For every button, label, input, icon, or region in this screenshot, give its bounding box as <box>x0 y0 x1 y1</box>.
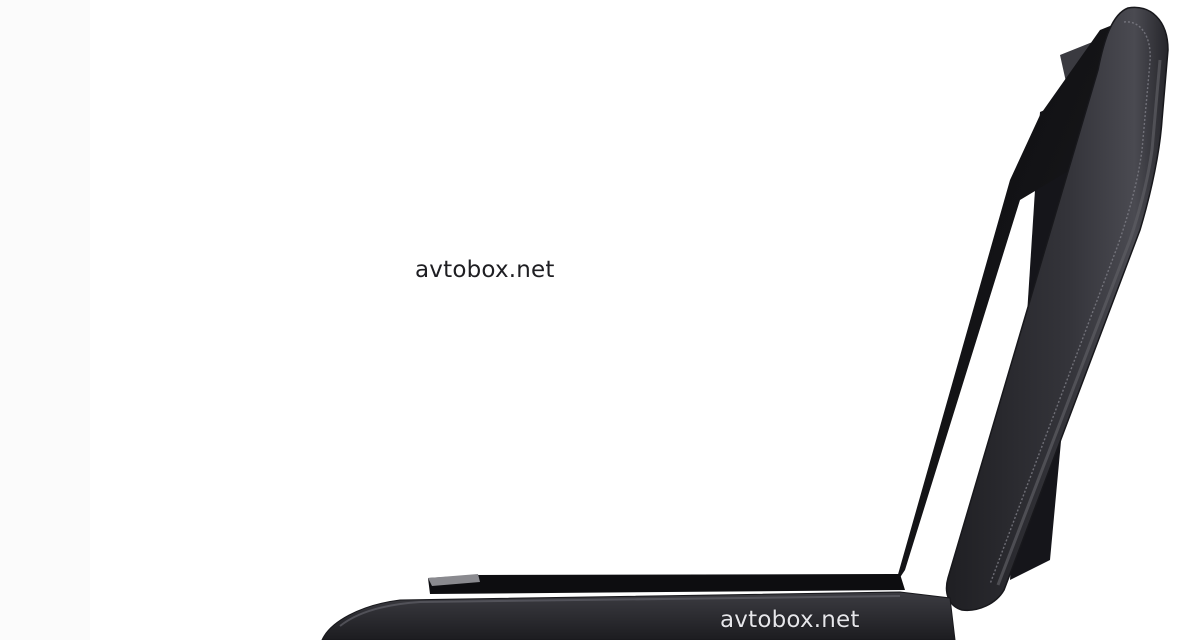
watermark-bottom: avtobox.net <box>720 607 860 633</box>
photo-scene: avtobox.net avtobox.net <box>0 0 1200 640</box>
watermark-top: avtobox.net <box>415 257 555 283</box>
compartment-opening <box>428 574 905 594</box>
armrest-photo <box>321 6 1169 640</box>
